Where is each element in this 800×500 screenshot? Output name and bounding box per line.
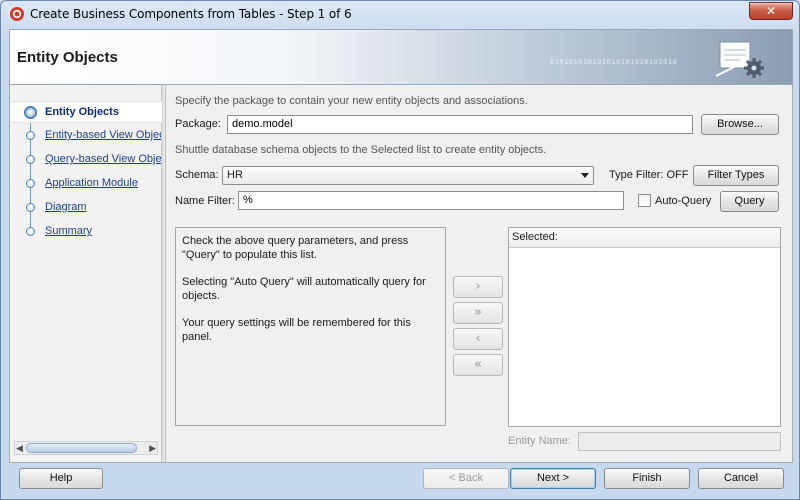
wizard-header: Entity Objects 0101010101010101010101010… — [9, 29, 793, 85]
step-icon — [26, 131, 35, 140]
add-all-button[interactable]: » — [453, 302, 503, 324]
entity-name-label: Entity Name: — [508, 435, 571, 447]
remove-button[interactable]: ‹ — [453, 328, 503, 350]
nav-step-label: Summary — [45, 225, 93, 237]
back-button[interactable]: < Back — [423, 468, 509, 489]
double-chevron-right-icon: » — [474, 305, 482, 320]
type-filter-status: Type Filter: OFF — [609, 169, 689, 181]
name-filter-label: Name Filter: — [175, 195, 235, 207]
scrollbar-thumb[interactable] — [26, 443, 137, 453]
chevron-left-icon: ‹ — [475, 331, 481, 346]
name-filter-input[interactable]: % — [238, 191, 624, 210]
current-step-icon — [24, 106, 37, 119]
chevron-down-icon — [581, 173, 589, 178]
filter-types-button[interactable]: Filter Types — [693, 165, 779, 186]
package-input[interactable]: demo.model — [227, 115, 693, 134]
close-window-button[interactable]: ✕ — [749, 2, 793, 20]
jdeveloper-app-icon — [10, 7, 24, 21]
step-icon — [26, 155, 35, 164]
available-message: Check the above query parameters, and pr… — [182, 235, 409, 261]
nav-step-application-module[interactable]: Application Module — [10, 173, 162, 195]
title-bar: Create Business Components from Tables -… — [1, 1, 799, 28]
nav-step-entity-objects[interactable]: Entity Objects — [10, 101, 162, 123]
page-title: Entity Objects — [17, 49, 118, 66]
wizard-window: Create Business Components from Tables -… — [0, 0, 800, 500]
query-button[interactable]: Query — [720, 191, 779, 212]
wizard-gear-icon — [715, 41, 764, 78]
double-chevron-left-icon: « — [474, 357, 482, 372]
package-label: Package: — [175, 118, 221, 130]
wizard-content: Specify the package to contain your new … — [167, 85, 793, 462]
nav-step-label: Application Module — [45, 177, 138, 189]
schema-select[interactable]: HR — [222, 166, 594, 185]
wizard-body: Entity Objects Entity-based View Objects… — [9, 85, 793, 463]
available-message: Your query settings will be remembered f… — [182, 317, 411, 343]
nav-step-summary[interactable]: Summary — [10, 221, 162, 243]
add-button[interactable]: › — [453, 276, 503, 298]
schema-select-value: HR — [227, 169, 243, 181]
package-instruction: Specify the package to contain your new … — [175, 95, 528, 107]
chevron-right-icon: › — [475, 279, 481, 294]
step-icon — [26, 203, 35, 212]
nav-step-query-based-view-objects[interactable]: Query-based View Objects — [10, 149, 162, 171]
nav-step-label: Query-based View Objects — [45, 153, 161, 165]
finish-button[interactable]: Finish — [604, 468, 690, 489]
wizard-footer: Help < Back Next > Finish Cancel — [9, 463, 793, 495]
nav-step-label: Entity Objects — [45, 106, 119, 118]
header-binary-pattern: 010101010101010101010101010 — [550, 58, 678, 66]
help-button[interactable]: Help — [19, 468, 103, 489]
browse-button[interactable]: Browse... — [701, 114, 779, 135]
scroll-right-icon[interactable]: ▶ — [149, 443, 156, 454]
nav-step-entity-based-view-objects[interactable]: Entity-based View Objects — [10, 125, 162, 147]
cancel-button[interactable]: Cancel — [698, 468, 784, 489]
nav-splitter[interactable] — [162, 85, 166, 462]
available-message: Selecting "Auto Query" will automaticall… — [182, 276, 426, 302]
entity-name-input[interactable] — [578, 432, 781, 451]
step-icon — [26, 227, 35, 236]
step-navigator: Entity Objects Entity-based View Objects… — [10, 85, 162, 462]
nav-step-diagram[interactable]: Diagram — [10, 197, 162, 219]
selected-list-panel[interactable]: Selected: — [508, 227, 781, 427]
schema-label: Schema: — [175, 169, 219, 181]
close-icon: ✕ — [766, 4, 777, 18]
auto-query-checkbox[interactable] — [638, 194, 651, 207]
window-title: Create Business Components from Tables -… — [30, 7, 352, 21]
auto-query-label: Auto-Query — [655, 195, 712, 207]
scroll-left-icon[interactable]: ◀ — [16, 443, 23, 454]
nav-horizontal-scrollbar[interactable]: ◀ ▶ — [14, 441, 158, 455]
available-list-panel[interactable]: Check the above query parameters, and pr… — [175, 227, 446, 426]
shuttle-instruction: Shuttle database schema objects to the S… — [175, 144, 547, 156]
step-icon — [26, 179, 35, 188]
nav-step-label: Entity-based View Objects — [45, 129, 161, 141]
selected-list-header: Selected: — [509, 228, 780, 248]
next-button[interactable]: Next > — [510, 468, 596, 489]
remove-all-button[interactable]: « — [453, 354, 503, 376]
nav-step-label: Diagram — [45, 201, 87, 213]
